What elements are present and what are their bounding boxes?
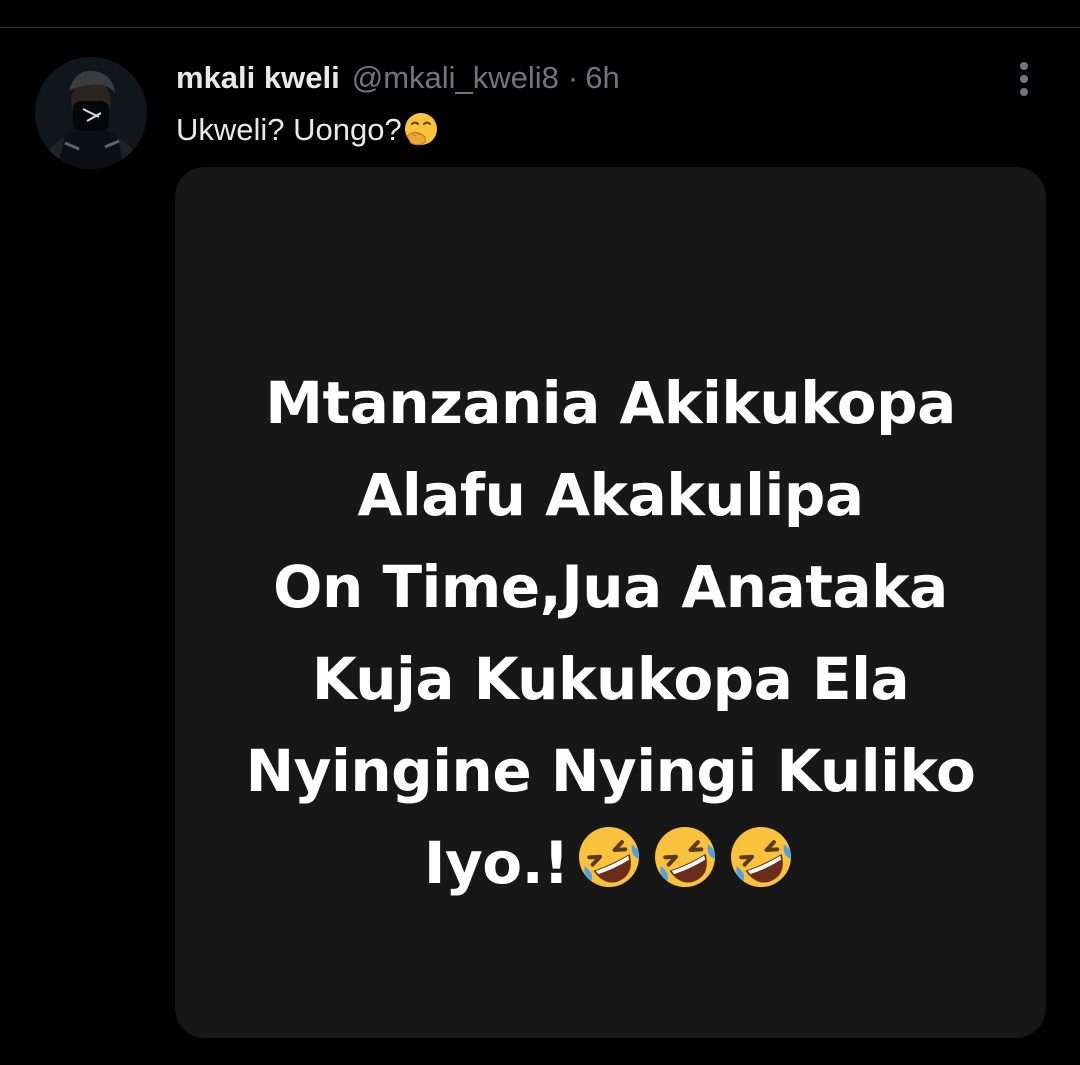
rolling-on-the-floor-laughing-icon [731,827,792,887]
avatar[interactable] [35,57,147,169]
meme-line-5: Nyingine Nyingi Kuliko [245,737,976,805]
tweet-text: Ukweli? Uongo? [176,108,439,152]
meme-line-3: On Time,Jua Anataka [273,553,948,621]
author-handle[interactable]: @mkali_kweli8 [352,58,559,98]
rolling-on-the-floor-laughing-icon [655,827,716,887]
tweet-text-content: Ukweli? Uongo? [176,112,402,147]
tweet-media-image[interactable]: Mtanzania Akikukopa Alafu Akakulipa On T… [175,167,1046,1038]
tweet-timestamp[interactable]: 6h [585,58,619,98]
face-with-hand-over-mouth-icon [404,113,437,146]
author-display-name[interactable]: mkali kweli [176,58,340,98]
top-divider [0,27,1080,28]
meme-line-6: Iyo.! [175,817,1046,909]
avatar-image [35,57,147,169]
meme-line-6-text: Iyo.! [423,829,570,897]
more-options-button[interactable] [1004,58,1044,100]
meme-line-2: Alafu Akakulipa [357,461,864,529]
more-vertical-icon [1020,62,1028,96]
header-separator: · [567,60,579,95]
tweet-header: mkali kweli @mkali_kweli8 · 6h [176,58,620,98]
meme-text: Mtanzania Akikukopa Alafu Akakulipa On T… [175,357,1046,909]
meme-line-4: Kuja Kukukopa Ela [311,645,910,713]
rolling-on-the-floor-laughing-icon [579,827,640,887]
meme-line-1: Mtanzania Akikukopa [265,369,956,437]
